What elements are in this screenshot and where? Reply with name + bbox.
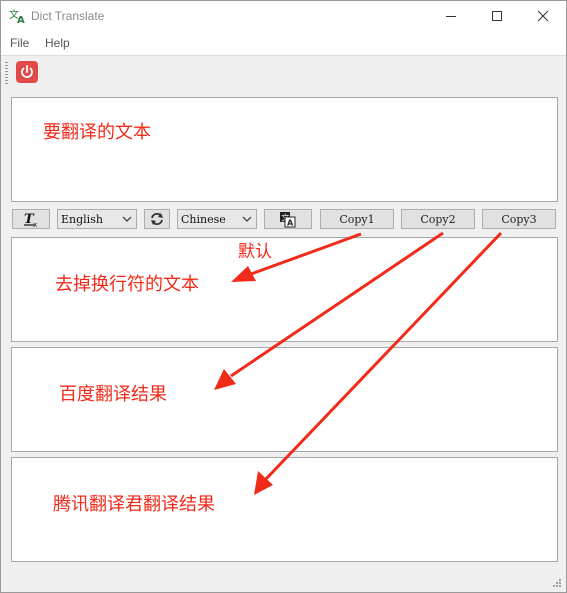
copy3-label: Copy3 bbox=[501, 213, 537, 226]
source-language-value: English bbox=[61, 213, 103, 226]
menu-bar: File Help bbox=[1, 31, 566, 55]
title-bar: 文 A Dict Translate bbox=[1, 1, 566, 31]
baidu-result-area[interactable]: 百度翻译结果 bbox=[11, 347, 558, 452]
control-row: T x English Chinese A Copy1 Copy2 Copy3 bbox=[1, 208, 566, 232]
tencent-result-area[interactable]: 腾讯翻译君翻译结果 bbox=[11, 457, 558, 562]
no-newline-text-area[interactable]: 去掉换行符的文本 bbox=[11, 237, 558, 342]
menu-help[interactable]: Help bbox=[45, 36, 70, 50]
minimize-icon bbox=[446, 16, 456, 17]
resize-grip-icon[interactable] bbox=[552, 578, 562, 588]
source-text-area[interactable]: 要翻译的文本 bbox=[11, 97, 558, 202]
minimize-button[interactable] bbox=[428, 1, 474, 31]
app-window: 文 A Dict Translate File Help 要翻译的文本 T x … bbox=[0, 0, 567, 593]
svg-text:x: x bbox=[33, 221, 37, 229]
translate-icon: 文 A bbox=[280, 212, 296, 228]
translate-icon: 文 A bbox=[9, 8, 25, 24]
power-icon bbox=[21, 65, 33, 78]
window-title: Dict Translate bbox=[31, 9, 105, 23]
clear-formatting-button[interactable]: T x bbox=[12, 209, 50, 229]
svg-text:A: A bbox=[287, 219, 294, 228]
close-button[interactable] bbox=[520, 1, 566, 31]
copy1-button[interactable]: Copy1 bbox=[320, 209, 394, 229]
copy2-label: Copy2 bbox=[420, 213, 456, 226]
no-newline-text: 去掉换行符的文本 bbox=[55, 274, 199, 295]
tencent-result-text: 腾讯翻译君翻译结果 bbox=[53, 494, 215, 515]
source-text: 要翻译的文本 bbox=[43, 122, 151, 143]
toolbar-grip[interactable] bbox=[5, 62, 8, 84]
copy2-button[interactable]: Copy2 bbox=[401, 209, 475, 229]
target-language-value: Chinese bbox=[181, 213, 226, 226]
maximize-button[interactable] bbox=[474, 1, 520, 31]
swap-languages-icon bbox=[151, 213, 163, 225]
close-icon bbox=[537, 10, 549, 22]
menu-file[interactable]: File bbox=[10, 36, 29, 50]
copy3-button[interactable]: Copy3 bbox=[482, 209, 556, 229]
default-annotation: 默认 bbox=[238, 242, 272, 262]
maximize-icon bbox=[492, 11, 502, 21]
translate-button[interactable]: 文 A bbox=[264, 209, 312, 229]
target-language-select[interactable]: Chinese bbox=[177, 209, 257, 229]
swap-languages-button[interactable] bbox=[144, 209, 170, 229]
power-button[interactable] bbox=[16, 61, 38, 83]
toolbar bbox=[1, 55, 566, 88]
clear-formatting-icon: T x bbox=[24, 212, 37, 229]
copy1-label: Copy1 bbox=[339, 213, 375, 226]
svg-text:A: A bbox=[17, 15, 25, 24]
chevron-down-icon bbox=[242, 216, 252, 222]
source-language-select[interactable]: English bbox=[57, 209, 137, 229]
chevron-down-icon bbox=[122, 216, 132, 222]
baidu-result-text: 百度翻译结果 bbox=[59, 384, 167, 405]
